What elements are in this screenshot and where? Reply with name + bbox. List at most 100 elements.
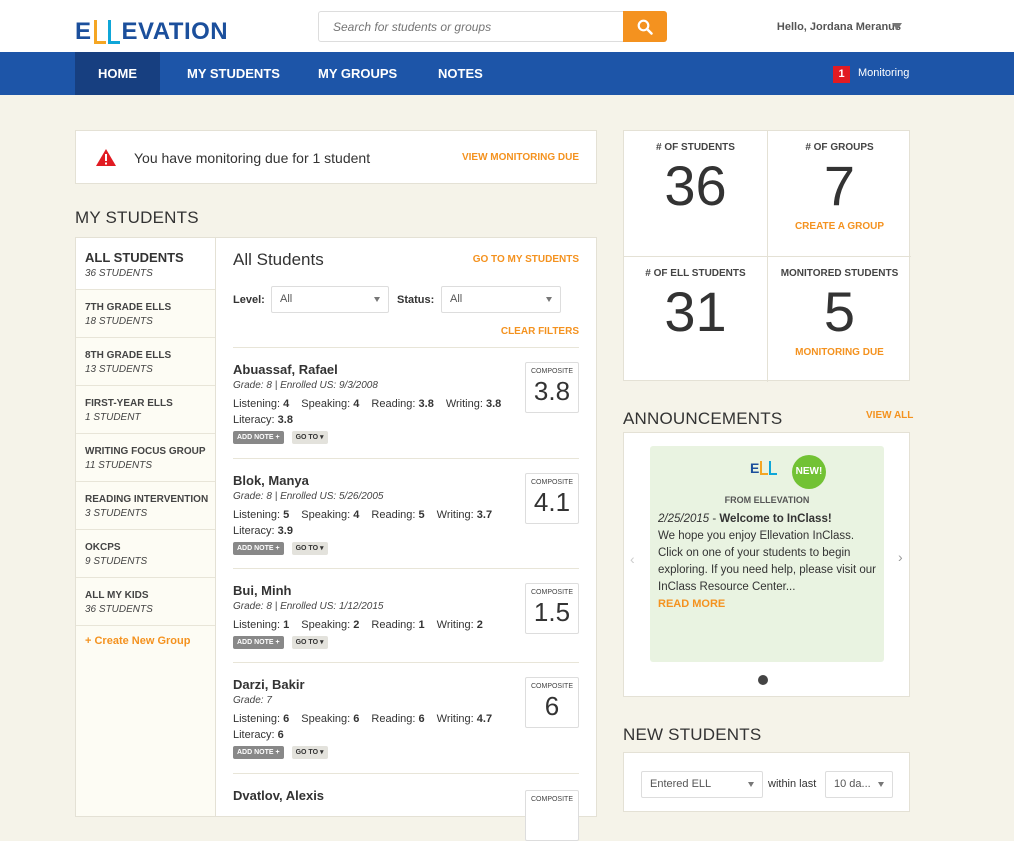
student-row[interactable]: Dvatlov, Alexis COMPOSITE <box>233 788 579 841</box>
nav-home[interactable]: HOME <box>75 52 160 95</box>
group-count: 3 STUDENTS <box>85 508 148 519</box>
stats-panel: # OF STUDENTS 36 # OF GROUPS 7 CREATE A … <box>623 130 911 382</box>
monitoring-alert: You have monitoring due for 1 student VI… <box>75 130 597 184</box>
within-last-label: within last <box>768 778 817 790</box>
composite-label: COMPOSITE <box>530 368 573 375</box>
announcement-card: E NEW! FROM ELLEVATION 2/25/2015 - Welco… <box>650 446 884 662</box>
group-item-all-my-kids[interactable]: ALL MY KIDS 36 STUDENTS <box>76 578 215 626</box>
group-count: 18 STUDENTS <box>85 316 153 327</box>
composite-label: COMPOSITE <box>530 479 573 486</box>
monitoring-count-badge[interactable]: 1 <box>833 66 850 83</box>
group-name: 8TH GRADE ELLS <box>85 350 172 361</box>
group-list: ALL STUDENTS 36 STUDENTS 7TH GRADE ELLS … <box>76 238 216 816</box>
stat-value: 36 <box>664 154 727 217</box>
clear-filters-link[interactable]: CLEAR FILTERS <box>501 326 579 337</box>
nav-notes[interactable]: NOTES <box>438 52 483 95</box>
divider <box>233 568 579 569</box>
score-label: Writing: <box>445 398 483 410</box>
range-select[interactable]: 10 da... <box>825 771 893 798</box>
ellevation-logo[interactable]: E EVATION <box>75 14 228 44</box>
score-label: Speaking: <box>301 398 351 410</box>
status-filter-select[interactable]: All <box>441 286 561 313</box>
group-item-7th-grade-ells[interactable]: 7TH GRADE ELLS 18 STUDENTS <box>76 290 215 338</box>
composite-value: 3.8 <box>533 376 571 406</box>
add-note-button[interactable]: ADD NOTE + <box>233 431 284 444</box>
chevron-right-icon[interactable]: › <box>898 549 903 565</box>
search-input[interactable] <box>318 11 624 42</box>
listening-score: 6 <box>283 713 290 725</box>
score-label: Reading: <box>371 509 416 521</box>
search-button[interactable] <box>623 11 667 42</box>
composite-score-box: COMPOSITE 1.5 <box>525 583 579 634</box>
user-greeting[interactable]: Hello, Jordana Meranus <box>777 21 901 33</box>
score-label: Listening: <box>233 619 281 631</box>
reading-score: 3.8 <box>418 398 434 410</box>
group-name: READING INTERVENTION <box>85 494 209 505</box>
score-label: Listening: <box>233 713 281 725</box>
go-to-dropdown[interactable]: GO TO ▾ <box>291 542 328 555</box>
add-note-button[interactable]: ADD NOTE + <box>233 746 284 759</box>
composite-score-box: COMPOSITE 4.1 <box>525 473 579 524</box>
add-note-button[interactable]: ADD NOTE + <box>233 636 284 649</box>
student-row[interactable]: Blok, Manya Grade: 8 | Enrolled US: 5/26… <box>233 473 579 563</box>
group-count: 36 STUDENTS <box>85 604 153 615</box>
create-a-group-link[interactable]: CREATE A GROUP <box>768 221 911 232</box>
view-monitoring-due-link[interactable]: VIEW MONITORING DUE <box>462 152 579 163</box>
read-more-link[interactable]: READ MORE <box>658 598 725 610</box>
reading-score: 1 <box>418 619 425 631</box>
go-to-label: GO TO <box>295 545 319 552</box>
student-row[interactable]: Darzi, Bakir Grade: 7 Listening: 6 Speaki… <box>233 677 579 767</box>
chevron-down-icon[interactable] <box>892 23 902 30</box>
composite-value: 4.1 <box>533 487 571 517</box>
monitoring-due-link[interactable]: MONITORING DUE <box>768 347 911 358</box>
composite-value: 6 <box>544 691 560 721</box>
new-students-panel: Entered ELL within last 10 da... <box>623 752 910 812</box>
ell-logo-icon: E <box>750 461 778 475</box>
go-to-dropdown[interactable]: GO TO ▾ <box>291 746 328 759</box>
go-to-dropdown[interactable]: GO TO ▾ <box>291 636 328 649</box>
group-item-8th-grade-ells[interactable]: 8TH GRADE ELLS 13 STUDENTS <box>76 338 215 386</box>
group-count: 36 STUDENTS <box>85 268 153 279</box>
group-item-all-students[interactable]: ALL STUDENTS 36 STUDENTS <box>76 238 215 290</box>
stat-monitored: MONITORED STUDENTS 5 MONITORING DUE <box>768 257 911 382</box>
group-item-reading-intervention[interactable]: READING INTERVENTION 3 STUDENTS <box>76 482 215 530</box>
level-filter-select[interactable]: All <box>271 286 389 313</box>
reading-score: 6 <box>418 713 425 725</box>
score-label: Writing: <box>436 713 474 725</box>
add-note-button[interactable]: ADD NOTE + <box>233 542 284 555</box>
warning-icon <box>96 149 116 166</box>
score-label: Speaking: <box>301 509 351 521</box>
announcement-headline: Welcome to InClass! <box>719 513 832 525</box>
stat-value: 7 <box>823 154 856 217</box>
list-title: All Students <box>233 250 324 269</box>
student-row[interactable]: Bui, Minh Grade: 8 | Enrolled US: 1/12/2… <box>233 583 579 658</box>
nav-monitoring[interactable]: Monitoring <box>858 52 909 95</box>
nav-my-students[interactable]: MY STUDENTS <box>187 52 280 95</box>
speaking-score: 4 <box>353 509 360 521</box>
group-name: FIRST-YEAR ELLS <box>85 398 173 409</box>
group-count: 11 STUDENTS <box>85 460 153 471</box>
group-item-writing-focus[interactable]: WRITING FOCUS GROUP 11 STUDENTS <box>76 434 215 482</box>
create-new-group-link[interactable]: + Create New Group <box>85 635 190 647</box>
composite-value: 1.5 <box>533 597 571 627</box>
view-all-link[interactable]: VIEW ALL <box>866 410 913 421</box>
entered-ell-select[interactable]: Entered ELL <box>641 771 763 798</box>
carousel-dot[interactable] <box>758 675 768 685</box>
student-row[interactable]: Abuassaf, Rafael Grade: 8 | Enrolled US:… <box>233 362 579 452</box>
group-name: OKCPS <box>85 542 121 553</box>
score-label: Listening: <box>233 509 281 521</box>
range-value: 10 da... <box>834 778 871 790</box>
go-to-dropdown[interactable]: GO TO ▾ <box>291 431 328 444</box>
divider <box>233 773 579 774</box>
literacy-score: 3.9 <box>277 525 293 537</box>
go-to-my-students-link[interactable]: GO TO MY STUDENTS <box>473 254 579 265</box>
nav-my-groups[interactable]: MY GROUPS <box>318 52 397 95</box>
group-item-okcps[interactable]: OKCPS 9 STUDENTS <box>76 530 215 578</box>
score-label: Literacy: <box>233 525 275 537</box>
chevron-left-icon[interactable]: ‹ <box>630 551 635 567</box>
literacy-score: 3.8 <box>277 414 293 426</box>
stat-students: # OF STUDENTS 36 <box>624 131 767 256</box>
group-item-first-year-ells[interactable]: FIRST-YEAR ELLS 1 STUDENT <box>76 386 215 434</box>
writing-score: 3.8 <box>485 398 502 410</box>
stat-value: 5 <box>823 280 856 343</box>
